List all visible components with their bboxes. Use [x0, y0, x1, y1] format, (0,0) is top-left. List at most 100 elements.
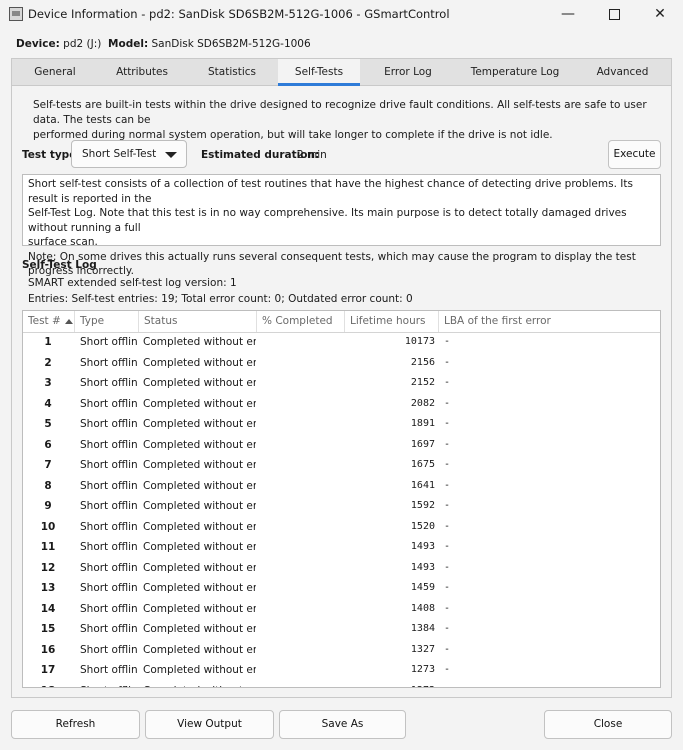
row-test-num: 1: [44, 336, 52, 348]
row-completed: [263, 455, 343, 476]
table-row[interactable]: 12 Short offline Completed without error 14…: [23, 558, 660, 579]
row-test-num: 15: [40, 623, 56, 635]
table-row[interactable]: 18 Short offline Completed without error 12…: [23, 681, 660, 688]
table-row[interactable]: 4 Short offline Completed without error 208…: [23, 394, 660, 415]
tab-error-log[interactable]: Error Log: [360, 59, 456, 85]
col-lba-first-error[interactable]: LBA of the first error: [439, 311, 660, 332]
table-row[interactable]: 8 Short offline Completed without error 164…: [23, 476, 660, 497]
row-type: Short offline: [80, 356, 137, 369]
table-row[interactable]: 5 Short offline Completed without error 189…: [23, 414, 660, 435]
execute-button[interactable]: Execute: [608, 140, 661, 169]
row-lifetime-hours: 1493: [410, 541, 435, 552]
table-row[interactable]: 15 Short offline Completed without error 13…: [23, 619, 660, 640]
row-lifetime-hours: 1891: [410, 418, 435, 429]
row-status: Completed without error: [143, 500, 256, 512]
row-lba: -: [444, 541, 451, 552]
row-type: Short offline: [80, 582, 137, 594]
table-row[interactable]: 17 Short offline Completed without error 12…: [23, 660, 660, 681]
row-type: Short offline: [80, 541, 137, 553]
row-test-num: 8: [44, 479, 52, 492]
row-completed: [263, 640, 343, 661]
col-completed[interactable]: % Completed: [257, 311, 345, 332]
table-row[interactable]: 9 Short offline Completed without error 159…: [23, 496, 660, 517]
row-status: Completed without error: [143, 397, 256, 410]
col-lifetime-hours[interactable]: Lifetime hours: [345, 311, 439, 332]
maximize-button[interactable]: [591, 0, 637, 28]
table-row[interactable]: 10 Short offline Completed without error 15…: [23, 517, 660, 538]
row-lifetime-hours: 1273: [410, 664, 435, 675]
table-row[interactable]: 6 Short offline Completed without error 169…: [23, 435, 660, 456]
log-version: SMART extended self-test log version: 1: [28, 277, 237, 289]
row-status: Completed without error: [143, 418, 256, 430]
row-status: Completed without error: [143, 681, 256, 688]
table-row[interactable]: 1 Short offline Completed without error 101…: [23, 332, 660, 353]
tab-self-tests[interactable]: Self-Tests: [278, 59, 360, 86]
table-row[interactable]: 14 Short offline Completed without error 14…: [23, 599, 660, 620]
row-completed: [263, 599, 343, 620]
save-as-button[interactable]: Save As: [279, 710, 406, 739]
title-bar: Device Information - pd2: SanDisk SD6SB2…: [0, 0, 683, 28]
row-lba: -: [444, 377, 451, 388]
row-completed: [263, 660, 343, 681]
row-lba: -: [444, 520, 451, 532]
row-lifetime-hours: 1459: [410, 582, 435, 593]
table-row[interactable]: 7 Short offline Completed without error 167…: [23, 455, 660, 476]
row-completed: [263, 537, 343, 558]
row-lba: -: [444, 681, 544, 688]
tab-advanced[interactable]: Advanced: [574, 59, 671, 85]
row-completed: [263, 517, 343, 538]
table-row[interactable]: 3 Short offline Completed without error 215…: [23, 373, 660, 394]
row-lifetime-hours: 1641: [410, 479, 435, 491]
estimated-duration-value: 2 min: [297, 149, 327, 161]
row-completed: [263, 435, 343, 456]
row-completed: [263, 332, 343, 353]
row-test-num: 18: [23, 681, 73, 688]
col-status[interactable]: Status: [139, 311, 257, 332]
tab-statistics[interactable]: Statistics: [186, 59, 278, 85]
chevron-down-icon: [165, 152, 177, 158]
table-row[interactable]: 13 Short offline Completed without error 14…: [23, 578, 660, 599]
tab-attributes[interactable]: Attributes: [98, 59, 186, 85]
close-window-button[interactable]: ✕: [637, 0, 683, 28]
close-button[interactable]: Close: [544, 710, 672, 739]
test-description: Short self-test consists of a collection…: [22, 174, 661, 277]
table-row[interactable]: 16 Short offline Completed without error 13…: [23, 640, 660, 661]
row-completed: [263, 578, 343, 599]
row-type: Short offline: [80, 479, 137, 492]
view-output-button[interactable]: View Output: [145, 710, 274, 739]
row-status: Completed without error: [143, 336, 256, 348]
row-completed: [263, 496, 343, 517]
test-type-select[interactable]: Short Self-Test: [71, 140, 187, 168]
row-lba: -: [444, 418, 451, 429]
row-completed: [263, 353, 343, 374]
row-lba: -: [444, 438, 451, 450]
row-test-num: 6: [44, 438, 52, 451]
minimize-button[interactable]: —: [545, 0, 591, 28]
description-line-3: surface scan.: [28, 236, 98, 248]
row-type: Short offline: [80, 438, 137, 451]
description-line-2: Self-Test Log. Note that this test is in…: [28, 207, 627, 234]
col-type[interactable]: Type: [75, 311, 139, 332]
self-test-log-table[interactable]: Test # Type Status % Completed Lifetime …: [22, 310, 661, 688]
row-test-num: 12: [40, 561, 56, 574]
row-lifetime-hours: 1592: [410, 500, 435, 511]
row-lifetime-hours: 2152: [410, 377, 435, 388]
row-type: Short offline: [80, 561, 137, 574]
refresh-button[interactable]: Refresh: [11, 710, 140, 739]
row-test-num: 14: [40, 602, 56, 615]
tab-temperature-log[interactable]: Temperature Log: [456, 59, 574, 85]
row-status: Completed without error: [143, 356, 256, 369]
row-lifetime-hours: 1493: [410, 561, 435, 573]
table-row[interactable]: 2 Short offline Completed without error 215…: [23, 353, 660, 374]
row-lifetime-hours: 1327: [410, 643, 435, 655]
row-test-num: 13: [40, 582, 56, 594]
col-test-num[interactable]: Test #: [23, 311, 75, 332]
row-lba: -: [444, 336, 451, 347]
table-row[interactable]: 11 Short offline Completed without error 14…: [23, 537, 660, 558]
row-lba: -: [444, 643, 451, 655]
row-completed: [263, 373, 343, 394]
test-type-value: Short Self-Test: [82, 148, 157, 160]
tab-general[interactable]: General: [12, 59, 98, 85]
row-type: Short offline: [80, 623, 137, 635]
tab-bar: General Attributes Statistics Self-Tests…: [11, 58, 672, 86]
